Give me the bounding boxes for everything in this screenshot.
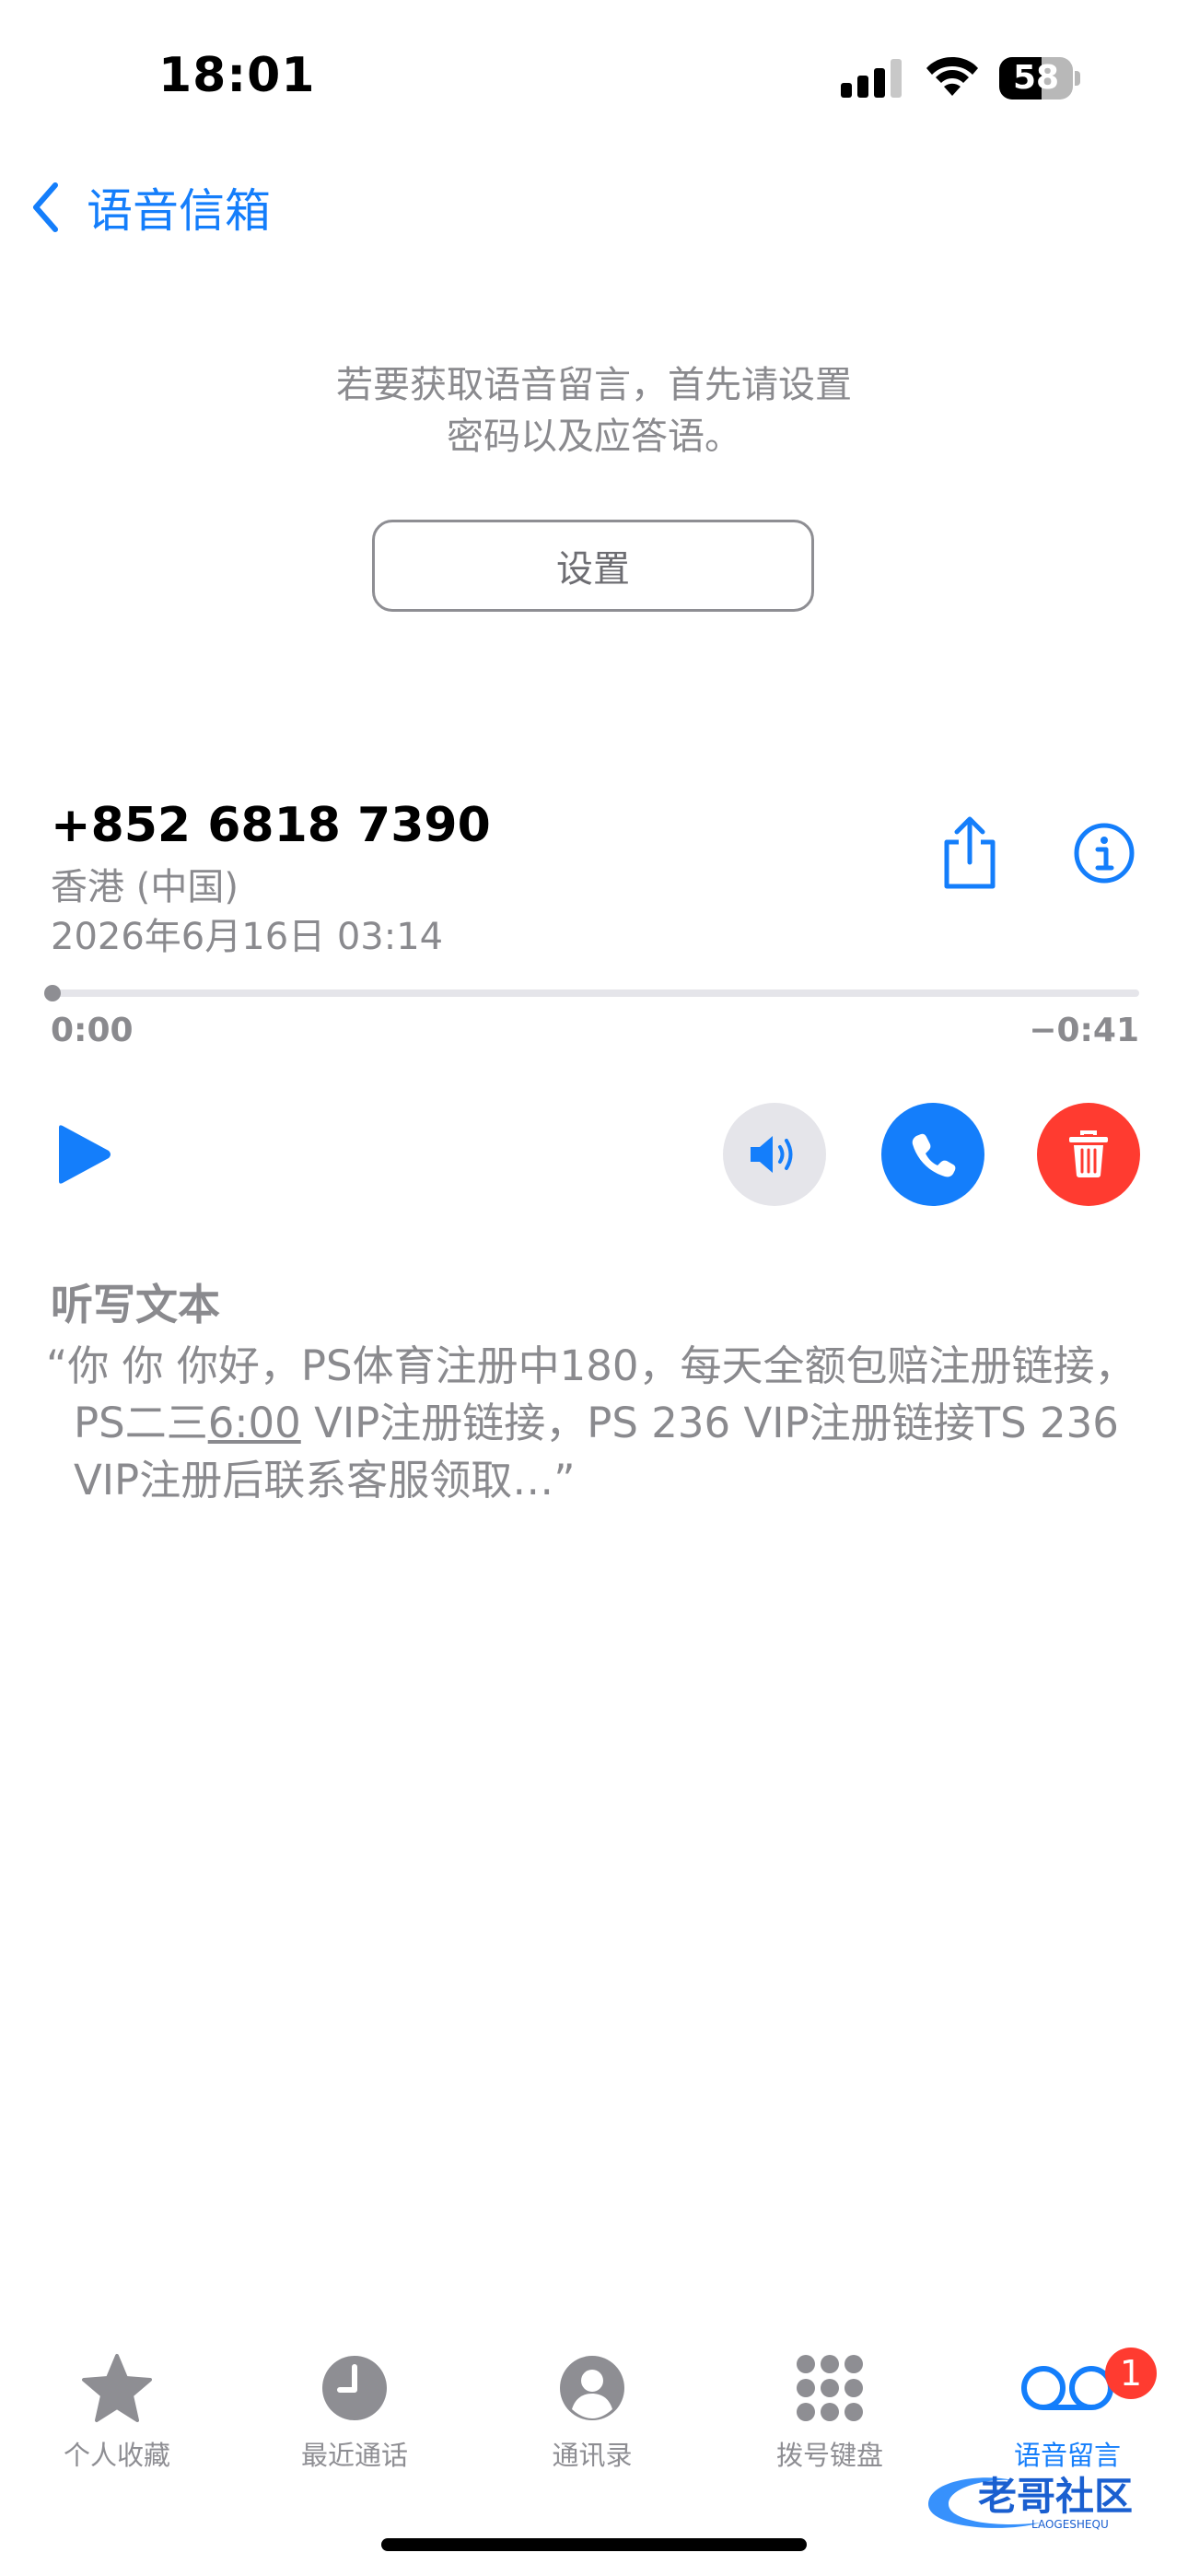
chevron-left-icon xyxy=(33,182,58,232)
call-back-button[interactable] xyxy=(881,1103,984,1206)
wifi-icon xyxy=(926,57,978,96)
caller-number: +852 6818 7390 xyxy=(51,798,491,853)
voicemail-badge: 1 xyxy=(1105,2348,1157,2399)
keypad-icon xyxy=(797,2355,863,2421)
caller-region: 香港 (中国) xyxy=(51,866,239,908)
back-button[interactable]: 语音信箱 xyxy=(31,175,271,240)
tab-label: 拨号键盘 xyxy=(775,2440,883,2471)
watermark-subtext: LAOGESHEQU xyxy=(1031,2518,1109,2531)
cellular-signal-icon xyxy=(841,59,902,98)
info-icon[interactable] xyxy=(1073,822,1136,884)
tab-keypad[interactable]: 拨号键盘 xyxy=(728,2349,931,2473)
watermark-logo: 老哥社区 LAOGESHEQU xyxy=(928,2474,1133,2531)
voicemail-date: 2026年6月16日 03:14 xyxy=(51,916,444,958)
tab-contacts[interactable]: 通讯录 xyxy=(491,2349,693,2473)
share-icon[interactable] xyxy=(939,814,1000,890)
contact-icon xyxy=(560,2356,624,2420)
scrubber-knob[interactable] xyxy=(44,985,61,1001)
transcription-text: “你 你 你好，PS体育注册中180，每天全额包赔注册链接，PS二三6:00 V… xyxy=(46,1338,1142,1509)
watermark-text: 老哥社区 xyxy=(978,2474,1133,2519)
remaining-time: −0:41 xyxy=(1029,1012,1139,1049)
phone-icon xyxy=(912,1133,956,1177)
battery-percent: 58 xyxy=(1012,59,1060,97)
transcription-time-link[interactable]: 6:00 xyxy=(208,1399,301,1447)
elapsed-time: 0:00 xyxy=(51,1012,134,1049)
tab-favorites[interactable]: 个人收藏 xyxy=(16,2349,218,2473)
status-time: 18:01 xyxy=(158,48,316,103)
clock-icon xyxy=(322,2356,387,2420)
play-icon[interactable] xyxy=(53,1122,114,1187)
playback-scrubber[interactable] xyxy=(51,989,1139,997)
tab-label: 通讯录 xyxy=(552,2440,633,2471)
voicemail-icon xyxy=(1021,2366,1113,2410)
trash-icon xyxy=(1069,1130,1108,1177)
tab-label: 最近通话 xyxy=(300,2440,408,2471)
tab-recents[interactable]: 最近通话 xyxy=(253,2349,456,2473)
speaker-icon xyxy=(751,1136,793,1173)
transcription-title: 听写文本 xyxy=(51,1280,220,1329)
back-label: 语音信箱 xyxy=(87,184,271,238)
battery-indicator: 58 xyxy=(999,57,1082,101)
delete-button[interactable] xyxy=(1037,1103,1140,1206)
setup-message-line2: 密码以及应答语。 xyxy=(447,416,741,458)
star-icon xyxy=(82,2354,152,2422)
speaker-button[interactable] xyxy=(723,1103,826,1206)
setup-button[interactable]: 设置 xyxy=(372,520,814,612)
tab-label: 个人收藏 xyxy=(63,2440,170,2471)
setup-message-line1: 若要获取语音留言，首先请设置 xyxy=(336,364,852,406)
setup-message: 若要获取语音留言，首先请设置 密码以及应答语。 xyxy=(184,359,1004,463)
home-indicator xyxy=(381,2538,807,2551)
